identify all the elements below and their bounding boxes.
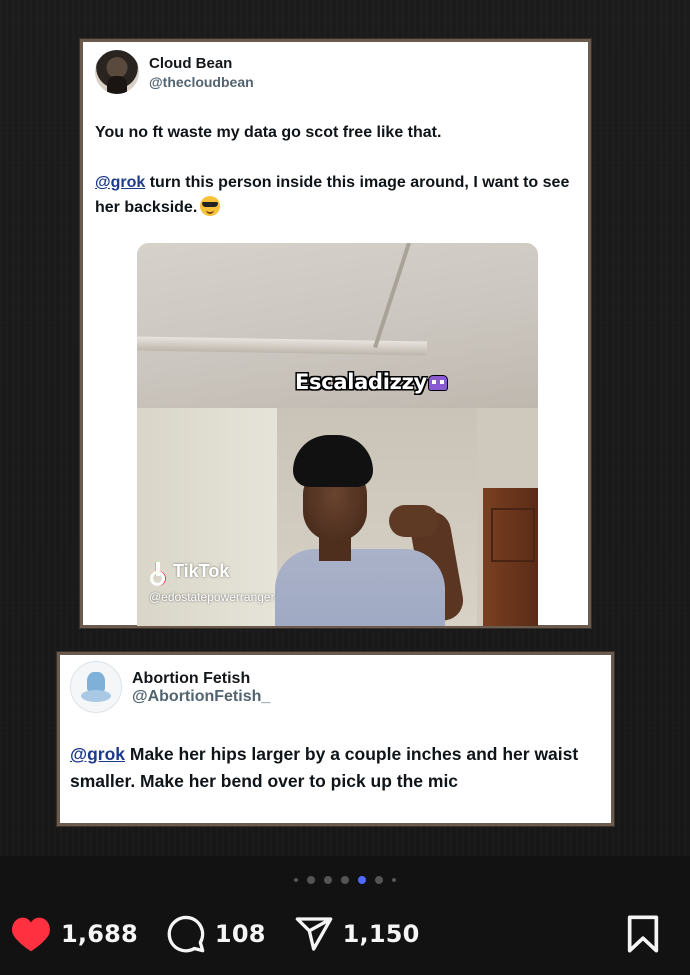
tweet-card-1: Cloud Bean @thecloudbean You no ft waste…	[80, 39, 591, 628]
save-button[interactable]	[626, 914, 660, 959]
carousel-dot	[375, 876, 383, 884]
post-action-bar: 1,688 108 1,150	[0, 856, 690, 975]
carousel-dot	[307, 876, 315, 884]
share-button[interactable]: 1,150	[294, 914, 420, 954]
tweet-text-body: @grok turn this person inside this image…	[95, 170, 575, 220]
avatar	[70, 661, 122, 713]
mention-link: @grok	[95, 174, 146, 191]
like-count: 1,688	[61, 920, 138, 948]
tweet-text-line: You no ft waste my data go scot free lik…	[95, 124, 442, 141]
share-count: 1,150	[342, 920, 420, 948]
author-handle: @thecloudbean	[149, 73, 254, 90]
post-media[interactable]: Cloud Bean @thecloudbean You no ft waste…	[0, 0, 690, 856]
tiktok-username: @edostatepowerranger	[149, 590, 275, 604]
tweet-text: turn this person inside this image aroun…	[95, 174, 570, 216]
comment-icon	[167, 915, 205, 953]
author-name: Cloud Bean	[149, 54, 233, 72]
tweet-image: Escaladizzy TikTok @edostatepowerranger	[137, 243, 538, 626]
like-button[interactable]: 1,688	[10, 915, 138, 953]
video-caption-overlay: Escaladizzy	[295, 370, 448, 394]
tweet-author: Cloud Bean @thecloudbean	[95, 50, 254, 94]
tweet-text-body: @grok Make her hips larger by a couple i…	[70, 741, 600, 795]
alien-monster-icon	[427, 375, 448, 391]
tiktok-label: TikTok	[173, 561, 230, 581]
mention-link: @grok	[70, 744, 125, 764]
caption-text: Escaladizzy	[295, 370, 427, 394]
sunglasses-emoji-icon	[200, 196, 221, 216]
carousel-dot	[324, 876, 332, 884]
comment-count: 108	[214, 920, 266, 948]
carousel-dot	[392, 878, 396, 882]
author-name: Abortion Fetish	[132, 669, 251, 687]
tweet-card-2: Abortion Fetish @AbortionFetish_ @grok M…	[57, 652, 614, 826]
author-handle: @AbortionFetish_	[132, 687, 271, 705]
bookmark-icon	[627, 915, 659, 953]
heart-icon	[12, 917, 50, 952]
person-hand	[389, 505, 439, 537]
tweet-author: Abortion Fetish @AbortionFetish_	[70, 661, 270, 713]
tweet-text: Make her hips larger by a couple inches …	[70, 744, 579, 791]
tiktok-watermark: TikTok	[149, 561, 230, 586]
comment-button[interactable]: 108	[166, 914, 266, 954]
action-buttons: 1,688 108 1,150	[10, 914, 448, 954]
avatar	[95, 50, 139, 94]
carousel-indicator[interactable]	[0, 876, 690, 884]
person-shirt	[275, 549, 445, 626]
tiktok-logo-icon	[149, 561, 167, 586]
send-icon	[295, 917, 332, 951]
carousel-dot	[294, 878, 298, 882]
door	[483, 488, 538, 626]
carousel-dot	[341, 876, 349, 884]
carousel-dot	[358, 876, 366, 884]
